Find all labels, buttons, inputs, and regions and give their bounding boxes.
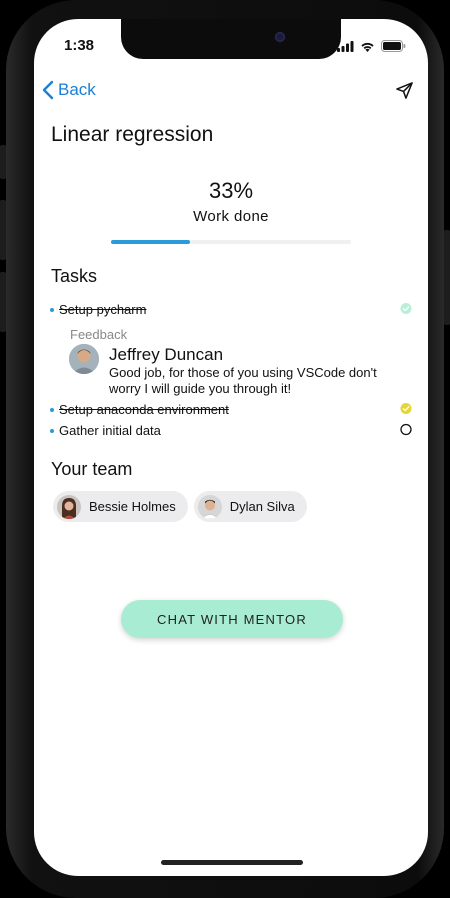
feedback-author: Jeffrey Duncan xyxy=(109,345,224,364)
progress-percent: 33% xyxy=(208,178,254,203)
bullet-icon xyxy=(50,307,54,312)
back-label: Back xyxy=(58,80,96,99)
tasks-heading: Tasks xyxy=(51,266,98,286)
feedback-message: Good job, for those of you using VSCode … xyxy=(109,365,377,396)
progress-label: Work done xyxy=(193,208,269,225)
feedback-label: Feedback xyxy=(70,327,128,342)
send-icon xyxy=(396,82,413,99)
page-title: Linear regression xyxy=(51,123,214,146)
avatar xyxy=(197,494,222,519)
check-circle-icon xyxy=(400,402,412,414)
phone-frame: 1:38 Back Linear regression 33% Work don… xyxy=(6,0,444,898)
task-label: Setup anaconda environment xyxy=(59,402,229,417)
task-item[interactable]: Setup anaconda environment xyxy=(50,402,412,417)
status-icons xyxy=(337,40,406,52)
share-button[interactable] xyxy=(395,81,414,105)
avatar xyxy=(57,494,81,519)
task-item[interactable]: Setup pycharm xyxy=(50,302,412,317)
task-label: Gather initial data xyxy=(59,423,161,438)
task-item[interactable]: Gather initial data xyxy=(50,423,412,438)
empty-circle-icon xyxy=(400,423,412,435)
person-avatar-icon xyxy=(69,344,99,374)
battery-icon xyxy=(381,40,406,52)
task-status-icon[interactable] xyxy=(400,402,412,417)
chat-with-mentor-label: CHAT WITH MENTOR xyxy=(157,611,307,627)
back-button[interactable]: Back xyxy=(42,80,96,100)
chat-with-mentor-button[interactable]: CHAT WITH MENTOR xyxy=(121,600,343,638)
team-heading: Your team xyxy=(51,459,133,479)
team-member-chip[interactable]: Bessie Holmes xyxy=(53,491,188,522)
team-members: Bessie Holmes Dylan Silva xyxy=(53,491,307,522)
screen: 1:38 Back Linear regression 33% Work don… xyxy=(34,19,428,876)
bullet-icon xyxy=(50,407,54,412)
camera-icon xyxy=(275,32,285,42)
task-status-icon[interactable] xyxy=(400,423,412,438)
team-member-name: Dylan Silva xyxy=(229,499,295,514)
power-button xyxy=(444,230,450,325)
notch xyxy=(121,19,341,59)
avatar xyxy=(69,344,99,374)
chevron-left-icon xyxy=(42,80,54,100)
team-member-chip[interactable]: Dylan Silva xyxy=(193,491,307,522)
bullet-icon xyxy=(50,428,54,433)
wifi-icon xyxy=(361,42,374,52)
task-status-icon[interactable] xyxy=(400,302,412,317)
status-time: 1:38 xyxy=(64,37,95,54)
progress-fill xyxy=(111,240,191,244)
team-member-name: Bessie Holmes xyxy=(89,499,176,514)
person-avatar-icon xyxy=(57,494,81,519)
signal-icon xyxy=(337,40,354,52)
person-avatar-icon xyxy=(197,494,222,519)
check-circle-icon xyxy=(400,302,412,314)
home-indicator[interactable] xyxy=(161,860,303,865)
task-label: Setup pycharm xyxy=(59,302,147,317)
progress-bar xyxy=(111,240,351,244)
